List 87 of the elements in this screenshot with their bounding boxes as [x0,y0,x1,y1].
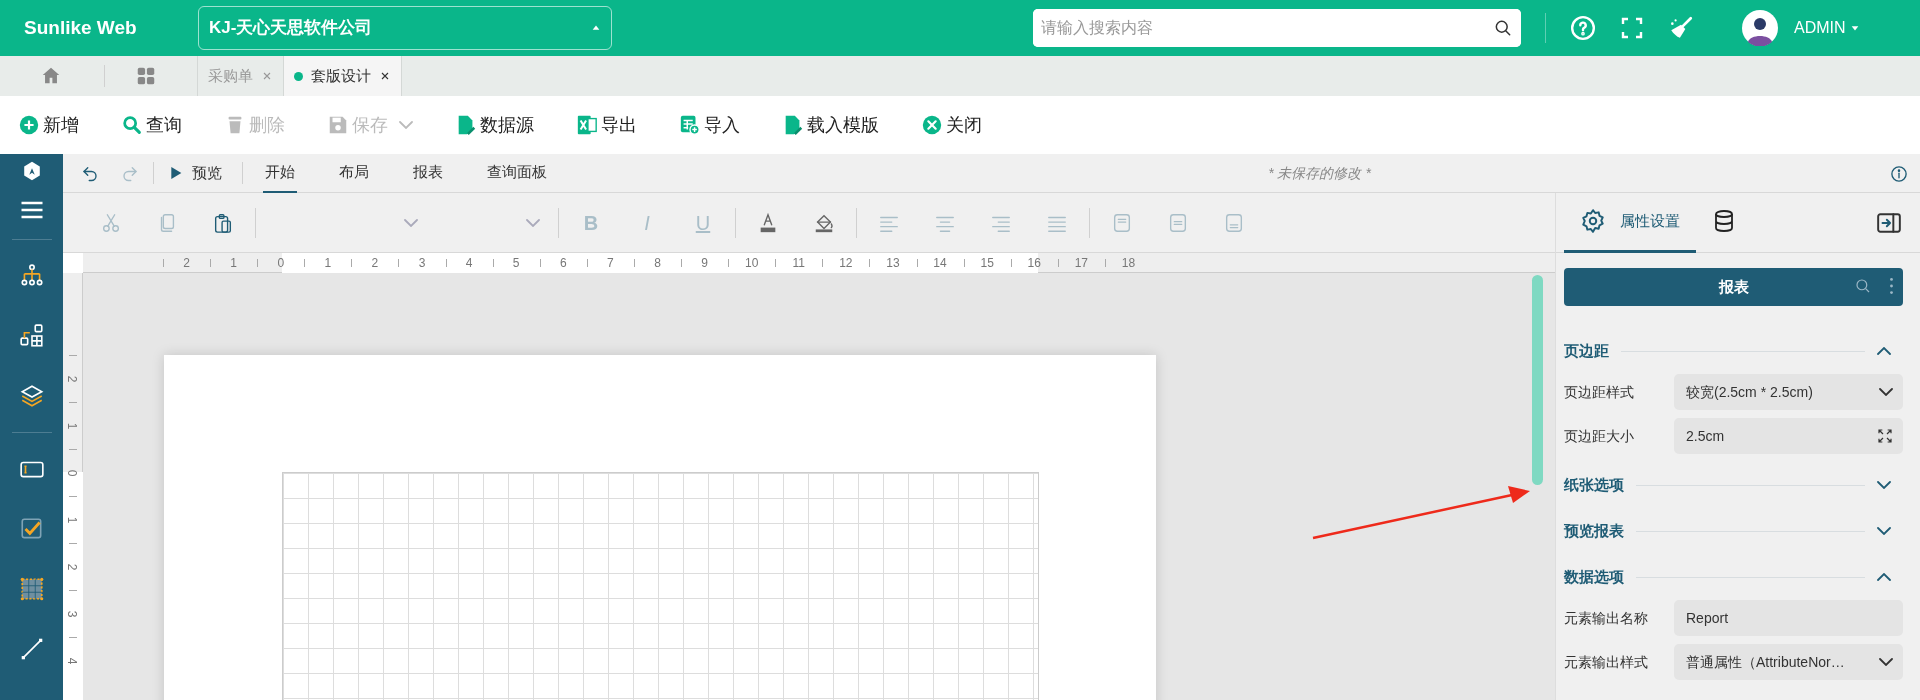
broom-icon [1668,15,1694,41]
ribbon-tab[interactable]: 查询面板 [485,153,549,193]
plus-circle-icon [18,114,40,136]
table-grid-icon[interactable] [18,576,45,602]
help-button[interactable] [1570,15,1596,41]
help-icon [1570,15,1596,41]
field-label: 元素输出名称 [1564,608,1649,628]
more-icon [1890,278,1893,294]
ruler-number: 3 [64,610,81,617]
toolbar-button[interactable]: 导出 [576,107,637,143]
chevron-icon [1879,658,1893,666]
chevron-icon [404,218,418,227]
gear-icon [1580,208,1606,234]
ruler-number: 2 [64,563,81,570]
info-icon [1890,164,1908,183]
ruler-number: 1 [64,422,81,429]
align-bottom-icon [1223,211,1245,234]
toolbar-button[interactable]: 导入 [679,107,740,143]
chevron-icon [526,218,540,227]
preview-button[interactable]: 预览 [168,161,222,185]
chevron-icon [399,121,413,129]
database-icon [1712,209,1736,233]
field-label: 元素输出样式 [1564,652,1649,672]
align-top-icon [1111,211,1133,234]
search-field[interactable]: 请输入搜索内容 [1033,9,1521,47]
caret-icon [591,23,601,33]
scrollbar-thumb[interactable] [1532,275,1543,485]
caret-icon [1849,23,1860,33]
section-title: 数据选项 [1564,566,1624,587]
section-toggle[interactable] [1877,573,1891,581]
close-icon [379,70,391,82]
close-circle-icon [921,114,943,136]
undo-button[interactable] [81,164,99,182]
section-title: 页边距 [1564,340,1609,361]
avatar-icon [1742,10,1778,46]
panel-tab[interactable]: 属性设置 [1564,192,1696,253]
apps-button[interactable] [135,65,157,87]
field-label: 页边距大小 [1564,426,1635,446]
scissors-icon [100,211,122,234]
ruler-number: 0 [64,469,81,476]
search-icon [121,114,143,136]
ribbon-tab[interactable]: 报表 [411,153,445,193]
layers-icon[interactable] [18,383,45,409]
ribbon-tab[interactable]: 布局 [337,153,371,193]
fullscreen-icon [1620,16,1644,40]
chevron-icon [1877,481,1891,489]
ruler-number: 1 [64,516,81,523]
redo-icon [121,164,139,182]
brand-name: Sunlike Web [23,15,138,40]
grid-icon [135,65,157,87]
undo-icon [81,164,99,182]
search-icon [1493,18,1513,38]
ruler-number: 2 [64,375,81,382]
chevron-icon [1877,573,1891,581]
field-label: 页边距样式 [1564,382,1635,402]
search-icon [1854,277,1872,295]
toolbar-button[interactable]: 关闭 [921,107,982,143]
section-title: 预览报表 [1564,520,1624,541]
toolbar-button[interactable]: 新增 [18,107,79,143]
clear-cache-button[interactable] [1668,15,1694,41]
select-field[interactable]: 普通属性（AttributeNor… [1674,644,1903,680]
section-toggle[interactable] [1877,347,1891,355]
toolbar-button[interactable]: 载入模版 [782,107,879,143]
active-dot [294,71,303,81]
size-field[interactable]: 2.5cm [1674,418,1903,454]
fullscreen-button[interactable] [1620,16,1644,40]
unsaved-status: * 未保存的修改 * [1268,163,1371,183]
section-title: 纸张选项 [1564,474,1624,495]
spreadsheet-icon [576,114,598,136]
chevron-icon [1879,388,1893,396]
chevron-icon [1877,347,1891,355]
section-toggle[interactable] [1877,481,1891,489]
select-field[interactable]: 较宽(2.5cm * 2.5cm) [1674,374,1903,410]
components-icon[interactable] [18,323,45,349]
section-toggle[interactable] [1877,527,1891,535]
clipboard-icon [212,211,234,234]
align-middle-icon [1167,211,1189,234]
toolbar-button[interactable]: 查询 [121,107,182,143]
table-plus-icon [679,114,701,136]
object-title-bar: 报表 [1564,268,1903,306]
text-field[interactable]: Report [1674,600,1903,636]
chevron-icon [1877,527,1891,535]
page-tab[interactable]: 套版设计 [283,56,402,96]
expand-icon [1877,428,1893,444]
close-icon [261,70,273,82]
toolbar-button[interactable]: 数据源 [455,107,534,143]
ruler-number: 4 [64,657,81,664]
